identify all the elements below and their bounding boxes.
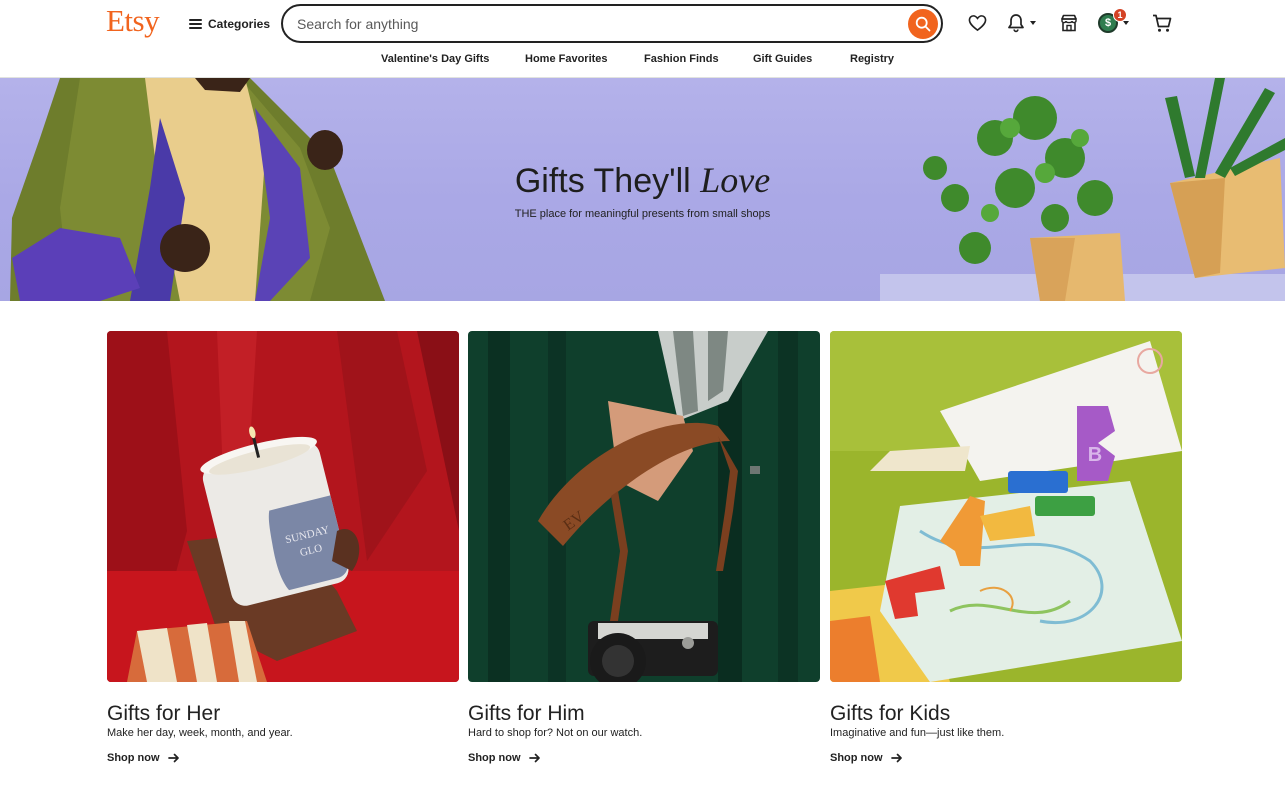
- hero-title: Gifts They'll Love: [0, 159, 1285, 201]
- arrow-right-icon: [528, 753, 540, 763]
- menu-icon: [189, 19, 202, 29]
- gift-card-her-subtitle: Make her day, week, month, and year.: [107, 727, 293, 739]
- hero-subtitle: THE place for meaningful presents from s…: [514, 208, 771, 220]
- gift-card-him-image[interactable]: EV: [468, 331, 820, 682]
- gift-card-kids-title[interactable]: Gifts for Kids: [830, 702, 950, 726]
- hero-title-main: Gifts They'll: [514, 162, 691, 200]
- nav-valentines-day-gifts[interactable]: Valentine's Day Gifts: [381, 53, 489, 65]
- chevron-down-icon: [1123, 21, 1129, 25]
- search-button[interactable]: [908, 9, 938, 39]
- gift-card-kids-shop-now-link[interactable]: Shop now: [830, 752, 903, 764]
- search-icon: [915, 16, 931, 32]
- cart-icon: [1153, 14, 1172, 32]
- categories-label: Categories: [208, 17, 271, 31]
- account-button[interactable]: $ 1: [1098, 8, 1129, 34]
- gift-card-him-shop-now-link[interactable]: Shop now: [468, 752, 541, 764]
- gift-card-kids[interactable]: B Gifts for Kids Imaginative and fun—jus…: [830, 331, 1182, 764]
- notifications-button[interactable]: [1007, 12, 1036, 34]
- gift-card-her[interactable]: SUNDAY GLO Gifts for Her Make her day, w…: [107, 331, 459, 764]
- shop-now-label: Shop now: [830, 752, 883, 764]
- gift-card-her-shop-now-link[interactable]: Shop now: [107, 752, 180, 764]
- gift-card-kids-subtitle: Imaginative and fun—just like them.: [830, 727, 1005, 739]
- search-bar: [281, 4, 943, 43]
- nav-registry[interactable]: Registry: [850, 53, 894, 65]
- bell-icon: [1008, 14, 1024, 33]
- chevron-down-icon: [1030, 21, 1036, 25]
- gift-card-him-subtitle: Hard to shop for? Not on our watch.: [468, 727, 643, 739]
- candle-image: SUNDAY GLO: [107, 331, 459, 682]
- nav-gift-guides[interactable]: Gift Guides: [753, 53, 812, 65]
- arrow-right-icon: [890, 753, 902, 763]
- hero-banner[interactable]: Gifts They'll Love THE place for meaning…: [0, 78, 1285, 301]
- crayons-image: B: [830, 331, 1182, 682]
- avatar-initial: $: [1104, 17, 1112, 29]
- crayon-letter: B: [1088, 444, 1102, 466]
- camera-strap-image: EV: [468, 331, 820, 682]
- etsy-logo[interactable]: Etsy: [106, 3, 160, 39]
- gift-card-him-title[interactable]: Gifts for Him: [468, 702, 585, 726]
- site-header: Etsy Categories Search for anything $ 1 …: [0, 0, 1285, 78]
- nav-home-favorites[interactable]: Home Favorites: [525, 53, 608, 65]
- shop-icon: [1061, 14, 1077, 32]
- notification-badge: 1: [1113, 8, 1127, 22]
- arrow-right-icon: [167, 753, 179, 763]
- cart-button[interactable]: [1152, 12, 1172, 34]
- hero-title-italic: Love: [700, 160, 771, 200]
- gift-card-him[interactable]: EV Gifts for Him Hard to shop for? Not o…: [468, 331, 820, 764]
- categories-button[interactable]: Categories: [189, 14, 270, 34]
- favorites-button[interactable]: [968, 12, 987, 34]
- gift-card-her-image[interactable]: SUNDAY GLO: [107, 331, 459, 682]
- shop-now-label: Shop now: [468, 752, 521, 764]
- gift-card-kids-image[interactable]: B: [830, 331, 1182, 682]
- search-input[interactable]: [297, 13, 897, 35]
- heart-icon: [968, 15, 987, 32]
- avatar: $ 1: [1098, 8, 1127, 33]
- shop-manager-button[interactable]: [1060, 12, 1078, 34]
- shop-now-label: Shop now: [107, 752, 160, 764]
- gift-card-her-title[interactable]: Gifts for Her: [107, 702, 220, 726]
- nav-fashion-finds[interactable]: Fashion Finds: [644, 53, 719, 65]
